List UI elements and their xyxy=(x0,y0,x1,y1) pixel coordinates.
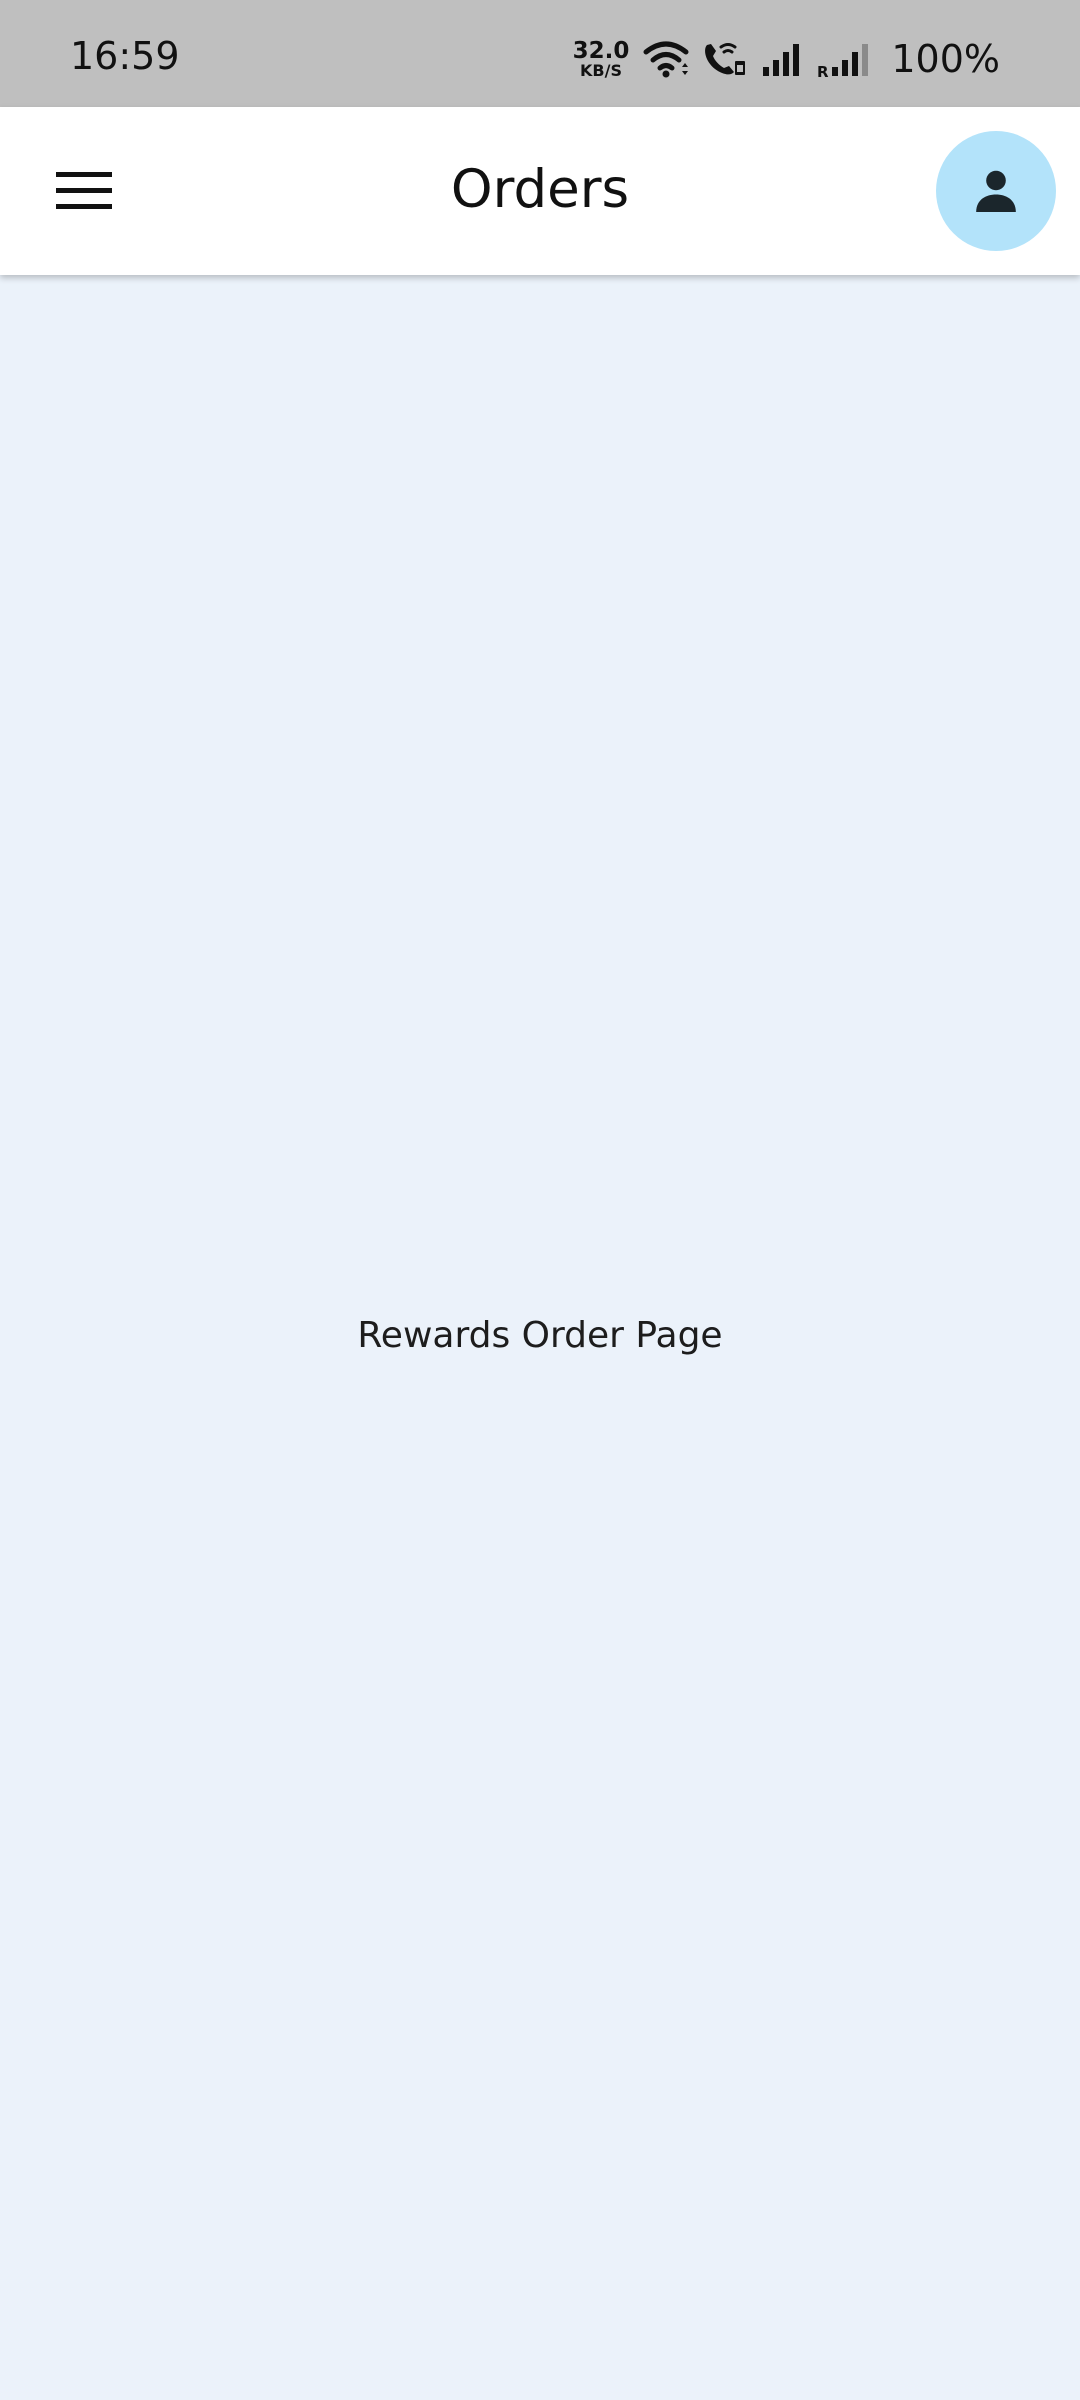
signal-roaming-sim2-icon: R xyxy=(817,44,869,79)
page-title: Orders xyxy=(450,159,630,220)
person-icon xyxy=(976,170,1016,212)
battery-percentage: 100% xyxy=(891,37,1000,81)
status-time: 16:59 xyxy=(70,34,180,78)
network-speed-unit: KB/S xyxy=(580,60,622,80)
svg-text:R: R xyxy=(817,63,829,79)
signal-sim1-icon xyxy=(763,44,800,76)
app-bar: Orders xyxy=(0,107,1080,275)
status-icons: 32.0 KB/S R 100% xyxy=(573,34,1000,84)
profile-avatar-button[interactable] xyxy=(936,131,1056,251)
wifi-icon xyxy=(643,41,689,78)
page-message: Rewards Order Page xyxy=(357,1315,723,1356)
status-bar: 16:59 32.0 KB/S R 100% xyxy=(0,0,1080,107)
network-speed: 32.0 KB/S xyxy=(572,37,630,80)
main-content: Rewards Order Page xyxy=(0,275,1080,2400)
network-speed-value: 32.0 xyxy=(572,37,630,64)
wifi-calling-icon xyxy=(705,43,746,75)
